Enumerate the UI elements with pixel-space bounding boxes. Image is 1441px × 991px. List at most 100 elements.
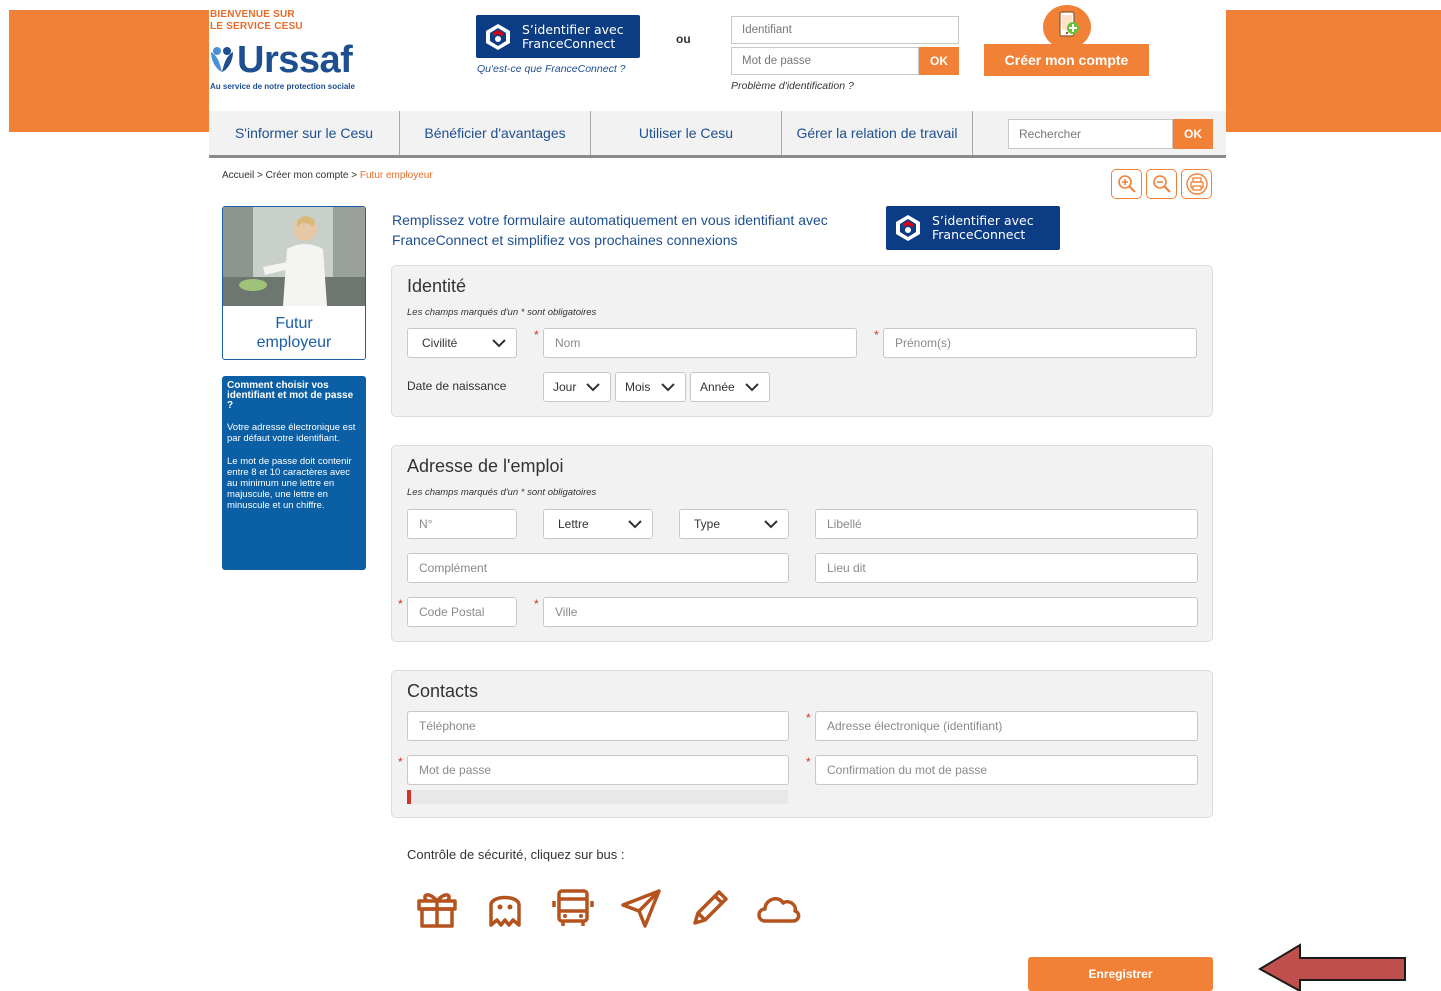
franceconnect-header-button[interactable]: S’identifier avec FranceConnect	[476, 15, 640, 58]
franceconnect-intro: Remplissez votre formulaire automatiquem…	[392, 210, 862, 250]
contacts-panel: Contacts Téléphone * Adresse électroniqu…	[391, 670, 1213, 818]
birth-year-select[interactable]: Année	[690, 372, 770, 402]
breadcrumb-parent[interactable]: Créer mon compte	[266, 170, 349, 181]
nav-item-relation[interactable]: Gérer la relation de travail	[782, 111, 973, 155]
prenom-input[interactable]: Prénom(s)	[883, 328, 1197, 358]
welcome-line1: BIENVENUE SUR	[210, 9, 295, 20]
orange-banner-left	[9, 10, 209, 132]
site-search-input[interactable]: Rechercher	[1008, 119, 1173, 149]
captcha-option-gift[interactable]	[412, 884, 462, 932]
orange-banner-right	[1226, 10, 1441, 132]
urssaf-logo[interactable]: Urssaf	[237, 40, 353, 80]
caption-line1: Futur	[275, 315, 313, 332]
fc-line1: S’identifier avec	[522, 21, 624, 37]
franceconnect-info-link[interactable]: Qu'est-ce que FranceConnect ?	[477, 63, 626, 75]
bus-icon	[552, 889, 594, 926]
civilite-select[interactable]: Civilité	[407, 328, 517, 358]
nav-item-utiliser[interactable]: Utiliser le Cesu	[591, 111, 782, 155]
contacts-title: Contacts	[407, 681, 479, 701]
city-input[interactable]: Ville	[543, 597, 1198, 627]
chevron-down-icon	[661, 383, 675, 392]
password-help-box: Comment choisir vos identifiant et mot d…	[222, 376, 366, 570]
birth-day-value: Jour	[553, 380, 577, 394]
chevron-down-icon	[492, 339, 506, 348]
save-button[interactable]: Enregistrer	[1028, 957, 1213, 991]
captcha-option-paper-plane[interactable]	[616, 884, 666, 932]
paper-plane-icon	[621, 889, 661, 928]
zoom-out-button[interactable]	[1146, 169, 1177, 199]
breadcrumb: Accueil > Créer mon compte > Futur emplo…	[222, 170, 433, 181]
franceconnect-button[interactable]: S’identifier avec FranceConnect	[886, 206, 1060, 250]
required-marker: *	[806, 755, 811, 769]
complement-input[interactable]: Complément	[407, 553, 789, 583]
address-title: Adresse de l'emploi	[407, 456, 564, 476]
birth-year-value: Année	[700, 380, 735, 394]
help-paragraph-password: Le mot de passe doit contenir entre 8 et…	[227, 456, 352, 511]
password-confirm-input[interactable]: Confirmation du mot de passe	[815, 755, 1198, 785]
birth-month-select[interactable]: Mois	[615, 372, 686, 402]
breadcrumb-home[interactable]: Accueil	[222, 170, 254, 181]
address-panel: Adresse de l'emploi Les champs marqués d…	[391, 445, 1213, 642]
letter-select[interactable]: Lettre	[543, 509, 653, 539]
password-strength-fill	[407, 790, 411, 804]
nav-item-avantages[interactable]: Bénéficier d'avantages	[400, 111, 591, 155]
login-problem-link[interactable]: Problème d'identification ?	[731, 80, 854, 92]
street-type-select[interactable]: Type	[679, 509, 789, 539]
pencil-icon	[693, 890, 728, 925]
birth-day-select[interactable]: Jour	[543, 372, 611, 402]
urssaf-logo-icon	[211, 47, 233, 72]
identity-required-note: Les champs marqués d'un * sont obligatoi…	[407, 307, 597, 318]
fc-line2: FranceConnect	[522, 35, 616, 51]
captcha-option-pencil[interactable]	[684, 884, 734, 932]
or-text: ou	[676, 32, 691, 46]
login-ok-button[interactable]: OK	[919, 47, 959, 75]
identifiant-input[interactable]: Identifiant	[731, 16, 959, 44]
create-account-badge	[1043, 5, 1091, 49]
breadcrumb-current: Futur employeur	[359, 170, 433, 181]
chevron-down-icon	[745, 383, 759, 392]
print-button[interactable]	[1181, 169, 1212, 199]
header-password-input[interactable]: Mot de passe	[731, 47, 919, 75]
phone-input[interactable]: Téléphone	[407, 711, 789, 741]
search-ok-button[interactable]: OK	[1173, 119, 1213, 149]
chevron-down-icon	[628, 520, 642, 529]
required-marker: *	[398, 597, 403, 611]
ghost-icon	[489, 895, 521, 927]
employer-photo	[223, 207, 365, 306]
required-marker: *	[874, 328, 879, 342]
nom-input[interactable]: Nom	[543, 328, 857, 358]
birth-date-label: Date de naissance	[407, 379, 507, 393]
captcha-option-ghost[interactable]	[480, 884, 530, 932]
intro-line2: FranceConnect et simplifiez vos prochain…	[392, 232, 738, 248]
print-icon	[1185, 173, 1208, 195]
page: BIENVENUE SUR LE SERVICE CESU Urssaf Au …	[209, 0, 1226, 991]
create-account-button[interactable]: Créer mon compte	[984, 44, 1149, 76]
captcha-option-bus[interactable]	[548, 884, 598, 932]
libelle-input[interactable]: Libellé	[815, 509, 1198, 539]
identity-panel: Identité Les champs marqués d'un * sont …	[391, 265, 1213, 417]
franceconnect-icon	[896, 215, 920, 241]
main-nav: S'informer sur le Cesu Bénéficier d'avan…	[209, 111, 1226, 158]
email-input[interactable]: Adresse électronique (identifiant)	[815, 711, 1198, 741]
birth-month-value: Mois	[625, 380, 651, 394]
identity-title: Identité	[407, 276, 467, 296]
required-marker: *	[398, 755, 403, 769]
chevron-down-icon	[764, 520, 778, 529]
password-input[interactable]: Mot de passe	[407, 755, 789, 785]
required-marker: *	[534, 328, 539, 342]
cloud-icon	[757, 897, 801, 923]
zoom-in-button[interactable]	[1111, 169, 1142, 199]
profile-caption: Futur employeur	[223, 306, 365, 352]
breadcrumb-separator: >	[351, 170, 358, 181]
logo-tagline: Au service de notre protection sociale	[210, 82, 355, 91]
postal-code-input[interactable]: Code Postal	[407, 597, 517, 627]
welcome-line2: LE SERVICE CESU	[210, 21, 303, 32]
nav-item-informer[interactable]: S'informer sur le Cesu	[209, 111, 400, 155]
captcha-option-cloud[interactable]	[753, 884, 803, 932]
lieu-dit-input[interactable]: Lieu dit	[815, 553, 1198, 583]
street-type-value: Type	[694, 517, 721, 531]
required-marker: *	[806, 711, 811, 725]
street-number-input[interactable]: N°	[407, 509, 517, 539]
fc-main-line2: FranceConnect	[932, 227, 1026, 242]
caption-line2: employeur	[256, 334, 332, 351]
